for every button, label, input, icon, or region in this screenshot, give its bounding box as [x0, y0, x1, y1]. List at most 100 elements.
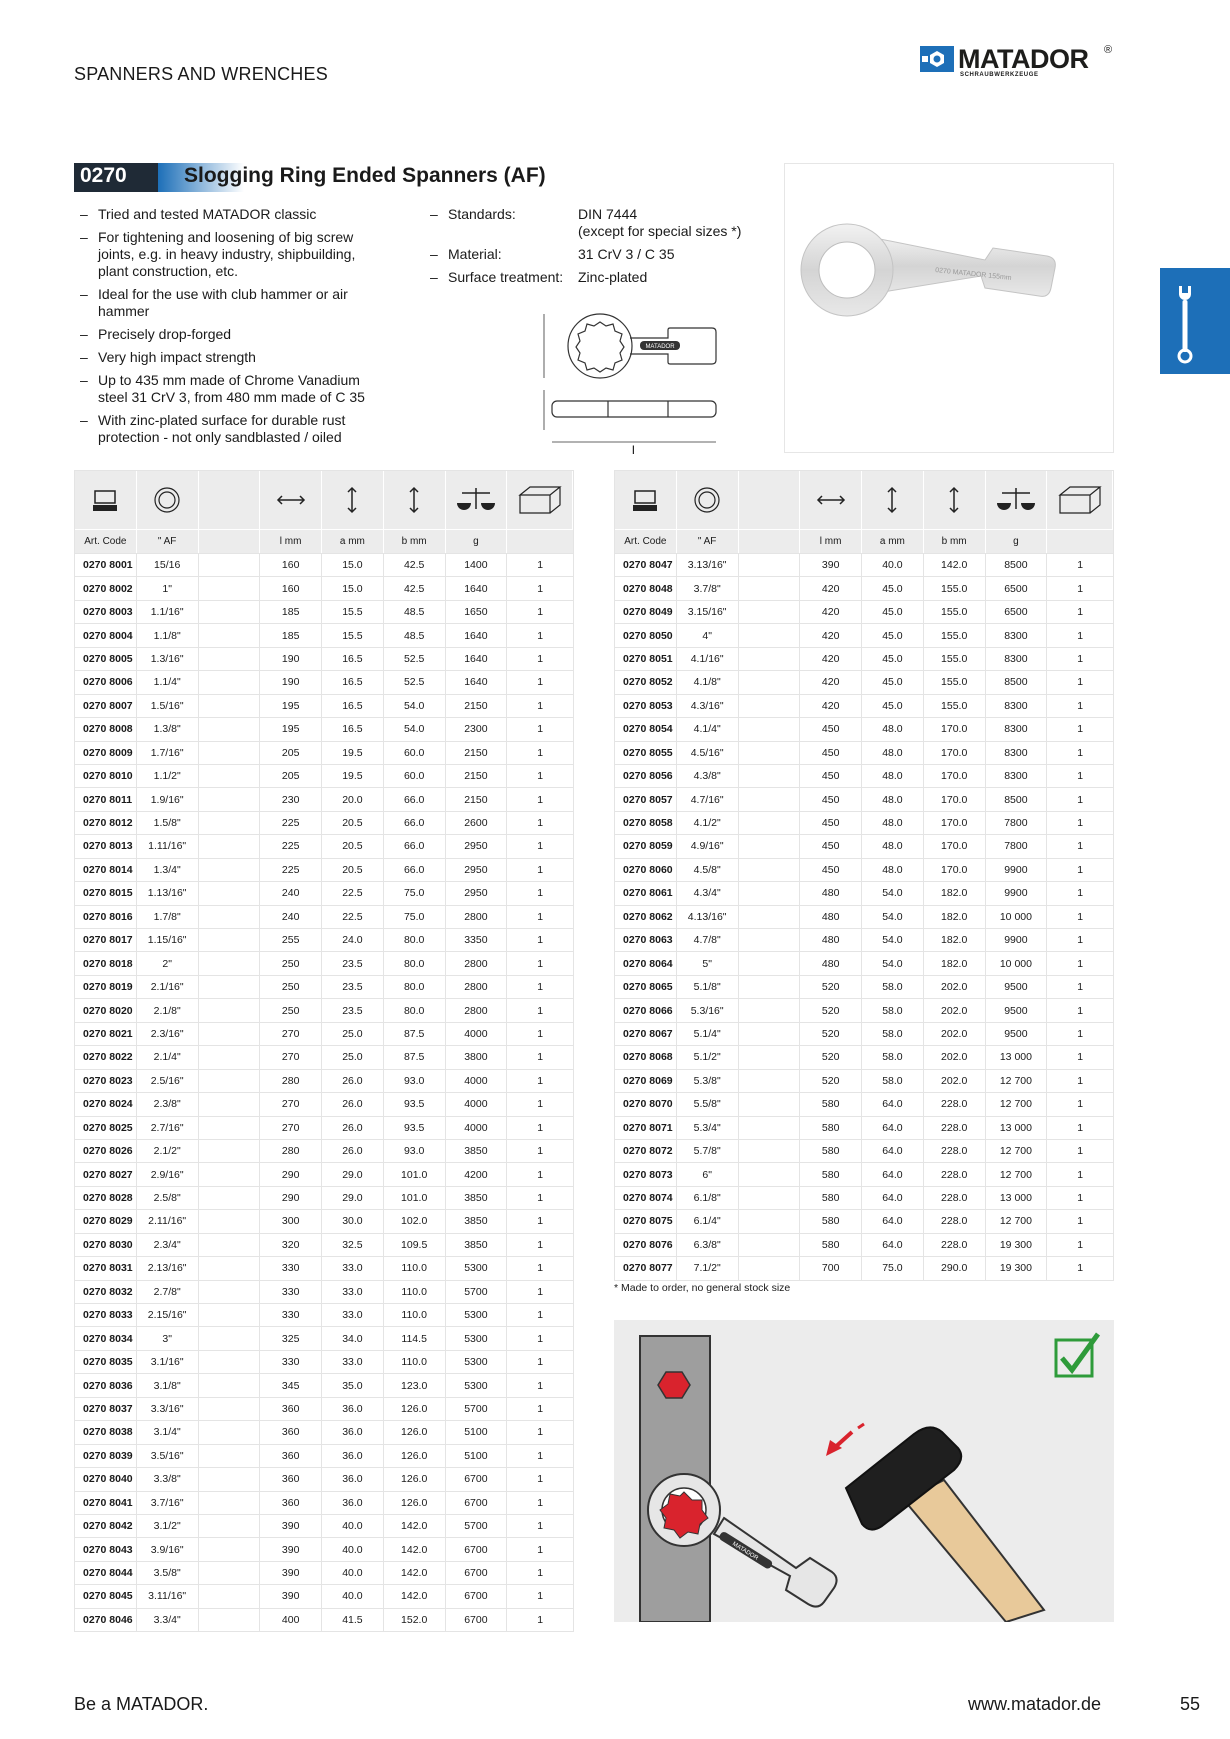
table-cell: 1: [537, 1121, 544, 1134]
feature-item: With zinc-plated surface for durable rus…: [78, 412, 388, 446]
table-cell: 64.0: [862, 1139, 924, 1163]
table-cell: 240: [260, 882, 323, 905]
table-cell: [199, 1280, 261, 1303]
table-cell: 13 000: [986, 1186, 1048, 1210]
art-code-cell: 0270 8071: [615, 1116, 677, 1139]
art-code-cell: 0270 8048: [615, 577, 677, 600]
table-cell: 270: [260, 1093, 323, 1116]
art-code-cell: 0270 8046: [75, 1608, 137, 1632]
table-cell: 420: [800, 694, 863, 718]
thickness-b-icon: [924, 471, 986, 529]
table-row: 0270 8048 3.7/8" 420 45.0 155.0 6500 1: [615, 576, 1113, 600]
art-code-cell: 0270 8029: [75, 1210, 137, 1233]
table-cell: 9500: [986, 1022, 1048, 1046]
table-row: 0270 8036 3.1/8" 345 35.0 123.0 5300 1: [75, 1373, 573, 1397]
spec-value: DIN 7444: [578, 206, 638, 222]
table-cell: 101.0: [384, 1163, 446, 1186]
table-cell: 4.7/16": [677, 788, 739, 811]
logo-registered: ®: [1104, 44, 1113, 56]
table-row: 0270 8005 1.3/16" 190 16.5 52.5 1640 1: [75, 646, 573, 671]
table-cell: 93.0: [384, 1069, 446, 1093]
table-cell: 8300: [986, 718, 1048, 741]
table-cell: 1.1/8": [137, 624, 199, 647]
table-cell: 142.0: [384, 1538, 446, 1561]
footer-url[interactable]: www.matador.de: [968, 1694, 1101, 1715]
art-code-cell: 0270 8047: [615, 554, 677, 577]
table-cell: 1: [537, 699, 544, 712]
table-cell: [199, 1444, 261, 1468]
art-code-cell: 0270 8050: [615, 624, 677, 647]
table-cell: 8300: [986, 764, 1048, 788]
spec-value: 31 CrV 3 / C 35: [578, 246, 675, 262]
table-cell: 2150: [446, 788, 508, 811]
table-cell: 1: [1077, 770, 1084, 783]
table-cell: 36.0: [322, 1397, 384, 1421]
table-cell: [199, 1186, 261, 1210]
table-row: 0270 8074 6.1/8" 580 64.0 228.0 13 000 1: [615, 1185, 1113, 1210]
length-icon: [260, 471, 322, 529]
page-number: 55: [1180, 1694, 1201, 1714]
table-cell: 1: [1077, 981, 1084, 994]
table-cell: 270: [260, 1116, 323, 1139]
art-code-cell: 0270 8012: [75, 811, 137, 835]
table-cell: 26.0: [322, 1139, 384, 1163]
table-cell: 4000: [446, 1069, 508, 1093]
table-cell: 9900: [986, 929, 1048, 952]
table-row: 0270 8067 5.1/4" 520 58.0 202.0 9500 1: [615, 1021, 1113, 1046]
table-row: 0270 8052 4.1/8" 420 45.0 155.0 8500 1: [615, 670, 1113, 694]
table-cell: 228.0: [924, 1093, 986, 1116]
table-cell: 330: [260, 1304, 323, 1327]
table-cell: 4.1/16": [677, 647, 739, 671]
table-cell: 1.3/8": [137, 718, 199, 741]
table-cell: 30.0: [322, 1210, 384, 1233]
table-cell: 2": [137, 952, 199, 975]
table-row: 0270 8047 3.13/16" 390 40.0 142.0 8500 1: [615, 553, 1113, 577]
table-cell: 170.0: [924, 858, 986, 882]
table-row: 0270 8063 4.7/8" 480 54.0 182.0 9900 1: [615, 928, 1113, 952]
table-cell: 5300: [446, 1374, 508, 1397]
table-cell: 1.9/16": [137, 788, 199, 811]
table-cell: 1: [537, 1238, 544, 1251]
table-cell: 64.0: [862, 1093, 924, 1116]
table-cell: 390: [260, 1561, 323, 1585]
table-cell: 2800: [446, 905, 508, 928]
category-side-tab[interactable]: [1160, 268, 1230, 374]
art-code-cell: 0270 8054: [615, 718, 677, 741]
table-row: 0270 8043 3.9/16" 390 40.0 142.0 6700 1: [75, 1537, 573, 1561]
table-cell: 54.0: [862, 952, 924, 975]
table-row: 0270 8069 5.3/8" 520 58.0 202.0 12 700 1: [615, 1068, 1113, 1093]
table-row: 0270 8006 1.1/4" 190 16.5 52.5 1640 1: [75, 670, 573, 694]
table-cell: 45.0: [862, 577, 924, 600]
table-cell: 360: [260, 1421, 323, 1444]
table-cell: 35.0: [322, 1374, 384, 1397]
table-cell: 101.0: [384, 1186, 446, 1210]
table-cell: 1: [537, 1613, 544, 1626]
table-cell: 126.0: [384, 1491, 446, 1514]
table-cell: 6.1/8": [677, 1186, 739, 1210]
art-code-cell: 0270 8063: [615, 929, 677, 952]
table-cell: 23.5: [322, 999, 384, 1022]
table-cell: 16.5: [322, 671, 384, 694]
table-cell: 29.0: [322, 1186, 384, 1210]
table-cell: 300: [260, 1210, 323, 1233]
table-cell: 6.1/4": [677, 1210, 739, 1233]
art-code-cell: 0270 8018: [75, 952, 137, 975]
table-cell: 290.0: [924, 1257, 986, 1280]
table-cell: 255: [260, 929, 323, 952]
table-cell: 3.3/4": [137, 1608, 199, 1632]
table-cell: 1: [537, 559, 544, 572]
table-cell: [739, 999, 801, 1022]
table-cell: 1: [537, 1145, 544, 1158]
table-cell: 36.0: [322, 1468, 384, 1491]
table-row: 0270 8025 2.7/16" 270 26.0 93.5 4000 1: [75, 1115, 573, 1139]
table-cell: 3.7/8": [677, 577, 739, 600]
table-cell: 4.13/16": [677, 905, 739, 928]
art-code-cell: 0270 8039: [75, 1444, 137, 1468]
table-cell: 3800: [446, 1046, 508, 1069]
strike-arrow-icon: [826, 1422, 865, 1456]
table-cell: 4.3/16": [677, 694, 739, 718]
table-cell: [199, 1163, 261, 1186]
table-cell: 12 700: [986, 1210, 1048, 1233]
table-row: 0270 8045 3.11/16" 390 40.0 142.0 6700 1: [75, 1584, 573, 1608]
table-cell: 1640: [446, 671, 508, 694]
